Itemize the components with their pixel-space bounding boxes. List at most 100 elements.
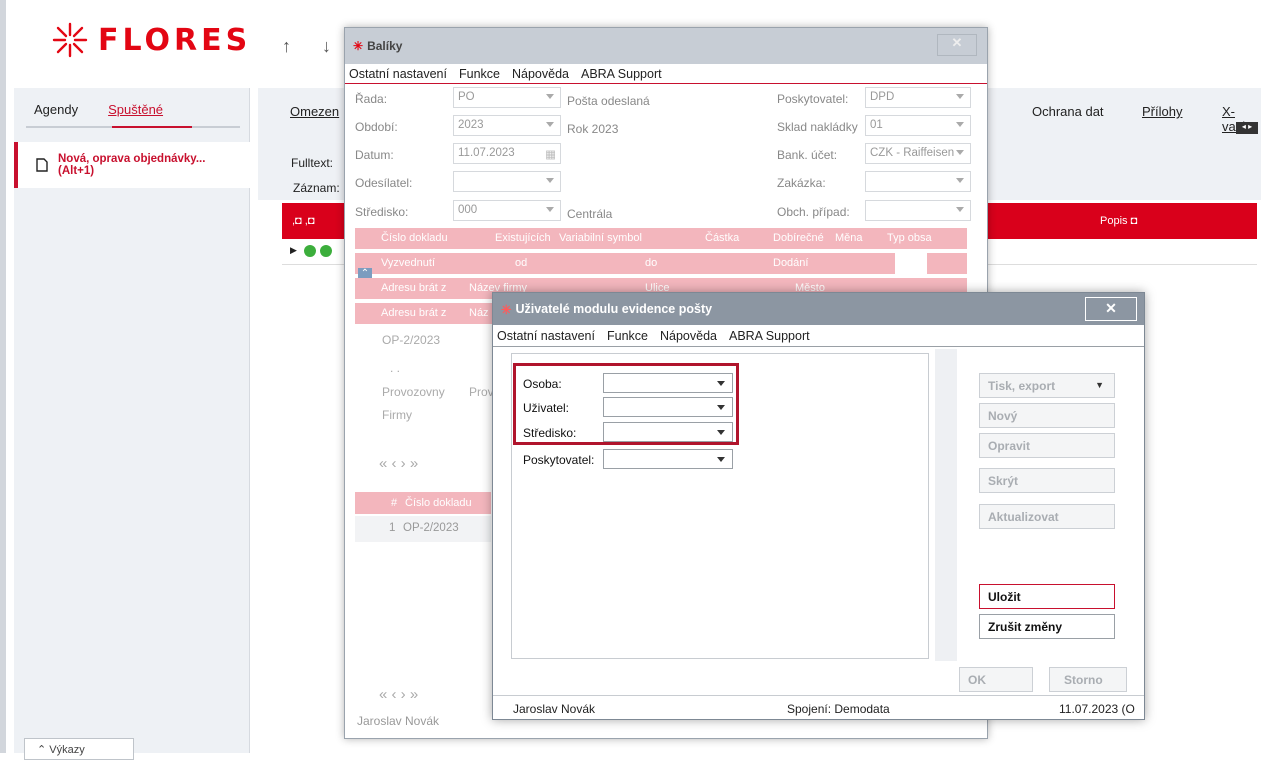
col-existujicich[interactable]: Existujících bbox=[495, 232, 551, 244]
zaznam-label: Záznam: bbox=[293, 181, 340, 195]
opravit-button[interactable]: Opravit bbox=[979, 433, 1115, 458]
menu-funkce[interactable]: Funkce bbox=[459, 67, 500, 81]
sub-grid-header: # Číslo dokladu bbox=[355, 492, 491, 514]
sklad-label: Sklad nakládky bbox=[777, 120, 858, 134]
poskytovatel-select[interactable] bbox=[603, 449, 733, 469]
sklad-select[interactable]: 01 bbox=[865, 115, 971, 136]
obdobi-select[interactable]: 2023 bbox=[453, 115, 561, 136]
aktualizovat-button[interactable]: Aktualizovat bbox=[979, 504, 1115, 529]
uzivatel-select[interactable] bbox=[603, 397, 733, 417]
novy-button[interactable]: Nový bbox=[979, 403, 1115, 428]
menu-ostatni[interactable]: Ostatní nastavení bbox=[349, 67, 447, 81]
menu-napoveda[interactable]: Nápověda bbox=[660, 329, 717, 343]
status-bar: Jaroslav Novák Spojení: Demodata 11.07.2… bbox=[493, 695, 1144, 719]
stredisko-select[interactable]: 000 bbox=[453, 200, 561, 221]
adresu-brat-z-label: Adresu brát z bbox=[381, 282, 447, 294]
col-cislo-dokladu[interactable]: Číslo dokladu bbox=[381, 232, 448, 244]
vykazy-button[interactable]: ⌃ Výkazy bbox=[24, 738, 134, 760]
col-sub-cislo-dokladu[interactable]: Číslo dokladu bbox=[405, 497, 472, 509]
obch-pripad-select[interactable] bbox=[865, 200, 971, 221]
col-dobirecne[interactable]: Dobírečné bbox=[773, 232, 824, 244]
baliky-titlebar: ✳ Balíky ✕ bbox=[345, 28, 987, 64]
col-mena[interactable]: Měna bbox=[835, 232, 863, 244]
uzivatele-menubar: Ostatní nastavení Funkce Nápověda ABRA S… bbox=[493, 325, 1144, 347]
arrow-down-icon[interactable]: ↓ bbox=[322, 36, 331, 57]
col-variabilni-symbol[interactable]: Variabilní symbol bbox=[559, 232, 642, 244]
firmy-label: Firmy bbox=[382, 408, 412, 422]
vykazy-label: Výkazy bbox=[49, 744, 85, 756]
rada-select[interactable]: PO bbox=[453, 87, 561, 108]
tab-omezeni[interactable]: Omezen bbox=[290, 104, 339, 119]
skryt-button[interactable]: Skrýt bbox=[979, 468, 1115, 493]
tab-agendy[interactable]: Agendy bbox=[34, 102, 78, 117]
uzivatele-titlebar: ✳ Uživatelé modulu evidence pošty ✕ bbox=[493, 293, 1144, 325]
odesilatel-label: Odesílatel: bbox=[355, 176, 413, 190]
baliky-white-cell bbox=[895, 250, 927, 274]
ok-button[interactable]: OK bbox=[959, 667, 1033, 692]
dodani-label: Dodání bbox=[773, 257, 809, 269]
left-panel: Agendy Spuštěné Nová, oprava objednávky.… bbox=[14, 88, 250, 753]
od-label: od bbox=[515, 257, 528, 269]
running-item[interactable]: Nová, oprava objednávky... (Alt+1) bbox=[14, 142, 250, 188]
sub-row-doklad: OP-2/2023 bbox=[403, 522, 459, 534]
tab-ochrana-dat[interactable]: Ochrana dat bbox=[1032, 104, 1104, 119]
scroll-arrows-icon[interactable]: ◂ ▸ bbox=[1236, 122, 1258, 134]
row-pointer-icon: ▶ bbox=[290, 245, 297, 255]
status-user: Jaroslav Novák bbox=[513, 702, 596, 716]
col-hash[interactable]: # bbox=[391, 497, 397, 509]
stredisko-select[interactable] bbox=[603, 422, 733, 442]
menu-abra-support[interactable]: ABRA Support bbox=[729, 329, 810, 343]
pager-bottom[interactable]: « ‹ › » bbox=[379, 686, 418, 703]
fulltext-label: Fulltext: bbox=[291, 156, 334, 170]
chevron-up-icon: ⌃ bbox=[37, 744, 50, 756]
sub-grid-row[interactable]: 1 OP-2/2023 bbox=[355, 516, 491, 542]
col-typ-obsahu[interactable]: Typ obsa bbox=[887, 232, 932, 244]
obdobi-desc: Rok 2023 bbox=[567, 122, 619, 136]
osoba-select[interactable] bbox=[603, 373, 733, 393]
app-window: FLORES ↑ ↓ Agendy Spuštěné Nová, oprava … bbox=[0, 0, 1261, 760]
flores-star-icon bbox=[52, 22, 88, 58]
menu-abra-support[interactable]: ABRA Support bbox=[581, 67, 662, 81]
nazev-label: Náz bbox=[469, 307, 489, 319]
status-date: 11.07.2023 (O bbox=[1059, 702, 1135, 716]
menu-napoveda[interactable]: Nápověda bbox=[512, 67, 569, 81]
ulozit-button[interactable]: Uložit bbox=[979, 584, 1115, 609]
flores-star-icon: ✳ bbox=[353, 39, 364, 53]
stredisko-label: Středisko: bbox=[523, 426, 577, 440]
tab-prilohy[interactable]: Přílohy bbox=[1142, 104, 1182, 119]
tab-spustene[interactable]: Spuštěné bbox=[108, 102, 163, 117]
menu-funkce[interactable]: Funkce bbox=[607, 329, 648, 343]
status-connection: Spojení: Demodata bbox=[787, 702, 890, 716]
adresu-brat-z-label: Adresu brát z bbox=[381, 307, 447, 319]
uzivatel-label: Uživatel: bbox=[523, 401, 570, 415]
dots: . . bbox=[390, 361, 401, 375]
sub-row-number: 1 bbox=[389, 522, 396, 534]
record-number[interactable]: OP-2/2023 bbox=[382, 333, 440, 347]
bank-ucet-select[interactable]: CZK - Raiffeisen bbox=[865, 143, 971, 164]
obdobi-label: Období: bbox=[355, 120, 398, 134]
column-popis[interactable]: Popis ◘ bbox=[1100, 215, 1137, 227]
datum-field[interactable]: 11.07.2023 ▦ bbox=[453, 143, 561, 164]
flores-star-icon: ✳ bbox=[501, 302, 512, 317]
chevron-down-icon: ▼ bbox=[1095, 380, 1104, 390]
baliky-row-vyzvednuti: Vyzvednutí od do Dodání bbox=[355, 253, 967, 274]
odesilatel-select[interactable] bbox=[453, 171, 561, 192]
rada-desc: Pošta odeslaná bbox=[567, 94, 650, 108]
tisk-export-button[interactable]: Tisk, export ▼ bbox=[979, 373, 1115, 398]
arrow-up-icon[interactable]: ↑ bbox=[282, 36, 291, 57]
col-castka[interactable]: Částka bbox=[705, 232, 739, 244]
grid-header-icons[interactable]: ,◘ ,◘ bbox=[292, 215, 314, 227]
close-icon[interactable]: ✕ bbox=[937, 34, 977, 56]
storno-button[interactable]: Storno bbox=[1049, 667, 1127, 692]
calendar-icon[interactable]: ▦ bbox=[545, 147, 556, 161]
pager[interactable]: « ‹ › » bbox=[379, 455, 418, 472]
menu-ostatni[interactable]: Ostatní nastavení bbox=[497, 329, 595, 343]
document-icon bbox=[36, 158, 48, 172]
uzivatele-dialog: ✳ Uživatelé modulu evidence pošty ✕ Osta… bbox=[492, 292, 1145, 720]
poskytovatel-select[interactable]: DPD bbox=[865, 87, 971, 108]
zrusit-zmeny-button[interactable]: Zrušit změny bbox=[979, 614, 1115, 639]
datum-label: Datum: bbox=[355, 148, 394, 162]
zakazka-select[interactable] bbox=[865, 171, 971, 192]
close-icon[interactable]: ✕ bbox=[1085, 297, 1137, 321]
separator bbox=[935, 349, 957, 661]
